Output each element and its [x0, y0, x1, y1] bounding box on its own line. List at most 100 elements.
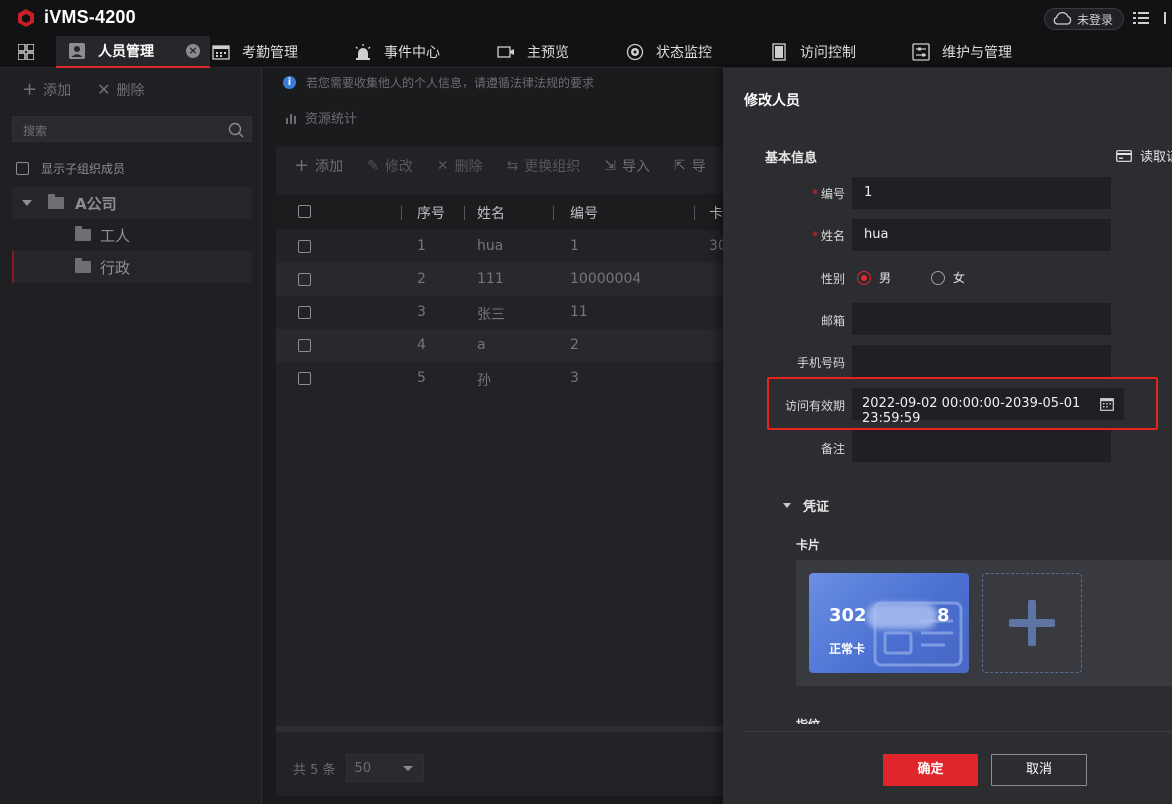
tab-access-control[interactable]: 访问控制 [770, 36, 856, 68]
card-heading: 卡片 [796, 538, 821, 552]
gender-radio-group: 男 女 [857, 269, 965, 286]
resource-stats-label: 资源统计 [305, 112, 358, 127]
cell-no: 2 [570, 337, 579, 353]
search-icon[interactable] [228, 122, 244, 138]
import-button[interactable]: ⇲ 导入 [604, 156, 650, 176]
tab-label: 考勤管理 [242, 45, 298, 61]
tab-close-icon[interactable]: × [186, 44, 200, 58]
table-row[interactable]: 4 a 2 [276, 329, 723, 362]
alarm-icon [355, 44, 371, 60]
edit-icon: ✎ [367, 158, 379, 174]
cell-seq: 5 [417, 370, 426, 386]
app-title: iVMS-4200 [44, 7, 136, 27]
page-size-select[interactable]: 50 [345, 754, 424, 782]
tab-label: 访问控制 [800, 45, 856, 61]
settings-sliders-icon [912, 43, 930, 61]
phone-input[interactable] [852, 345, 1111, 377]
person-no-input[interactable]: 1 [852, 177, 1111, 209]
login-button[interactable]: 未登录 [1044, 8, 1124, 30]
person-name-input[interactable]: hua [852, 219, 1111, 251]
row-checkbox[interactable] [298, 273, 311, 286]
gender-male-radio[interactable] [857, 270, 871, 285]
table-row[interactable]: 2 111 10000004 [276, 263, 723, 296]
tab-event-center[interactable]: 事件中心 [354, 36, 440, 68]
column-header-name[interactable]: 姓名 [477, 203, 505, 223]
validity-period-input[interactable]: 2022-09-02 00:00:00-2039-05-01 23:59:59 [852, 388, 1124, 426]
close-icon: ✕ [436, 158, 449, 174]
tab-person-management[interactable]: 人员管理 × [56, 36, 210, 68]
tab-maintenance[interactable]: 维护与管理 [912, 36, 1012, 68]
email-label: 邮箱 [820, 314, 845, 328]
add-org-button[interactable]: + 添加 [22, 80, 71, 100]
tab-label: 主预览 [527, 45, 569, 61]
row-checkbox[interactable] [298, 240, 311, 253]
row-checkbox[interactable] [298, 372, 311, 385]
cell-no: 3 [570, 370, 579, 386]
bar-chart-icon [286, 113, 296, 124]
horizontal-scrollbar[interactable] [276, 726, 723, 732]
delete-org-label: 删除 [116, 83, 145, 99]
read-card-label: 读取证 [1140, 150, 1172, 165]
calendar-icon[interactable] [1100, 397, 1114, 411]
add-card-button[interactable] [982, 573, 1082, 673]
read-card-button[interactable]: 读取证 [1116, 146, 1172, 165]
cell-name: 张三 [477, 307, 505, 323]
window-control-icon[interactable] [1162, 10, 1172, 26]
remark-input[interactable] [852, 430, 1111, 462]
cell-name: 111 [477, 271, 504, 287]
tab-status-monitor[interactable]: 状态监控 [626, 36, 712, 68]
table-row[interactable]: 5 孙 3 [276, 362, 723, 395]
menu-list-icon[interactable] [1133, 11, 1149, 25]
change-org-button[interactable]: ⇆ 更换组织 [507, 156, 581, 176]
access-card[interactable]: 302 8 正常卡 [809, 573, 969, 673]
delete-person-button[interactable]: ✕ 删除 [437, 156, 483, 176]
expand-triangle-icon[interactable] [22, 200, 32, 206]
organization-sidebar: + 添加 ✕ 删除 搜索 显示子组织成员 A公司 工人 行政 [0, 68, 262, 804]
cloud-icon [1053, 12, 1072, 25]
tree-node-admin[interactable]: 行政 [12, 251, 252, 283]
card-number-blur [867, 603, 937, 629]
cell-seq: 1 [417, 238, 426, 254]
column-header-seq[interactable]: 序号 [417, 203, 445, 223]
folder-icon [75, 226, 91, 241]
cell-no: 11 [570, 304, 588, 320]
validity-value: 2022-09-02 00:00:00-2039-05-01 23:59:59 [862, 396, 1081, 426]
tab-main-preview[interactable]: 主预览 [497, 36, 569, 68]
add-person-button[interactable]: + 添加 [294, 156, 343, 176]
tab-label: 人员管理 [98, 44, 154, 60]
no-label: * 编号 [811, 187, 845, 201]
resource-stats-button[interactable]: 资源统计 [285, 108, 357, 127]
checkbox-icon[interactable] [16, 162, 29, 175]
column-header-card[interactable]: 卡 [709, 203, 723, 223]
table-row[interactable]: 3 张三 11 [276, 296, 723, 329]
table-row[interactable]: 1 hua 1 30 [276, 230, 727, 263]
dialog-title: 修改人员 [744, 93, 800, 109]
grid-menu-icon[interactable] [18, 44, 34, 60]
org-search-input[interactable]: 搜索 [12, 116, 252, 142]
close-icon: ✕ [97, 80, 111, 99]
confirm-button[interactable]: 确定 [883, 754, 978, 786]
select-all-checkbox[interactable] [298, 205, 311, 218]
export-label: 导 [691, 159, 706, 175]
sidebar-actions: + 添加 ✕ 删除 [22, 80, 145, 100]
export-button[interactable]: ⇱ 导 [674, 156, 706, 176]
plus-icon: + [22, 79, 38, 100]
delete-org-button[interactable]: ✕ 删除 [97, 80, 144, 100]
credential-section-toggle[interactable]: 凭证 [783, 496, 829, 515]
email-input[interactable] [852, 303, 1111, 335]
chevron-down-icon [402, 766, 413, 771]
row-checkbox[interactable] [298, 339, 311, 352]
tree-node-label: A公司 [75, 194, 117, 213]
row-checkbox[interactable] [298, 306, 311, 319]
tree-node-worker[interactable]: 工人 [12, 219, 252, 251]
gender-female-radio[interactable] [931, 270, 946, 285]
column-header-no[interactable]: 编号 [570, 203, 598, 223]
tree-node-company[interactable]: A公司 [12, 187, 252, 219]
edit-person-button[interactable]: ✎ 修改 [367, 156, 413, 176]
monitor-icon [626, 43, 644, 61]
calendar-icon [212, 45, 230, 60]
show-sub-members-checkbox[interactable]: 显示子组织成员 [16, 160, 125, 177]
tab-attendance[interactable]: 考勤管理 [212, 36, 298, 68]
hikvision-logo-icon [18, 9, 34, 27]
cancel-button[interactable]: 取消 [991, 754, 1087, 786]
